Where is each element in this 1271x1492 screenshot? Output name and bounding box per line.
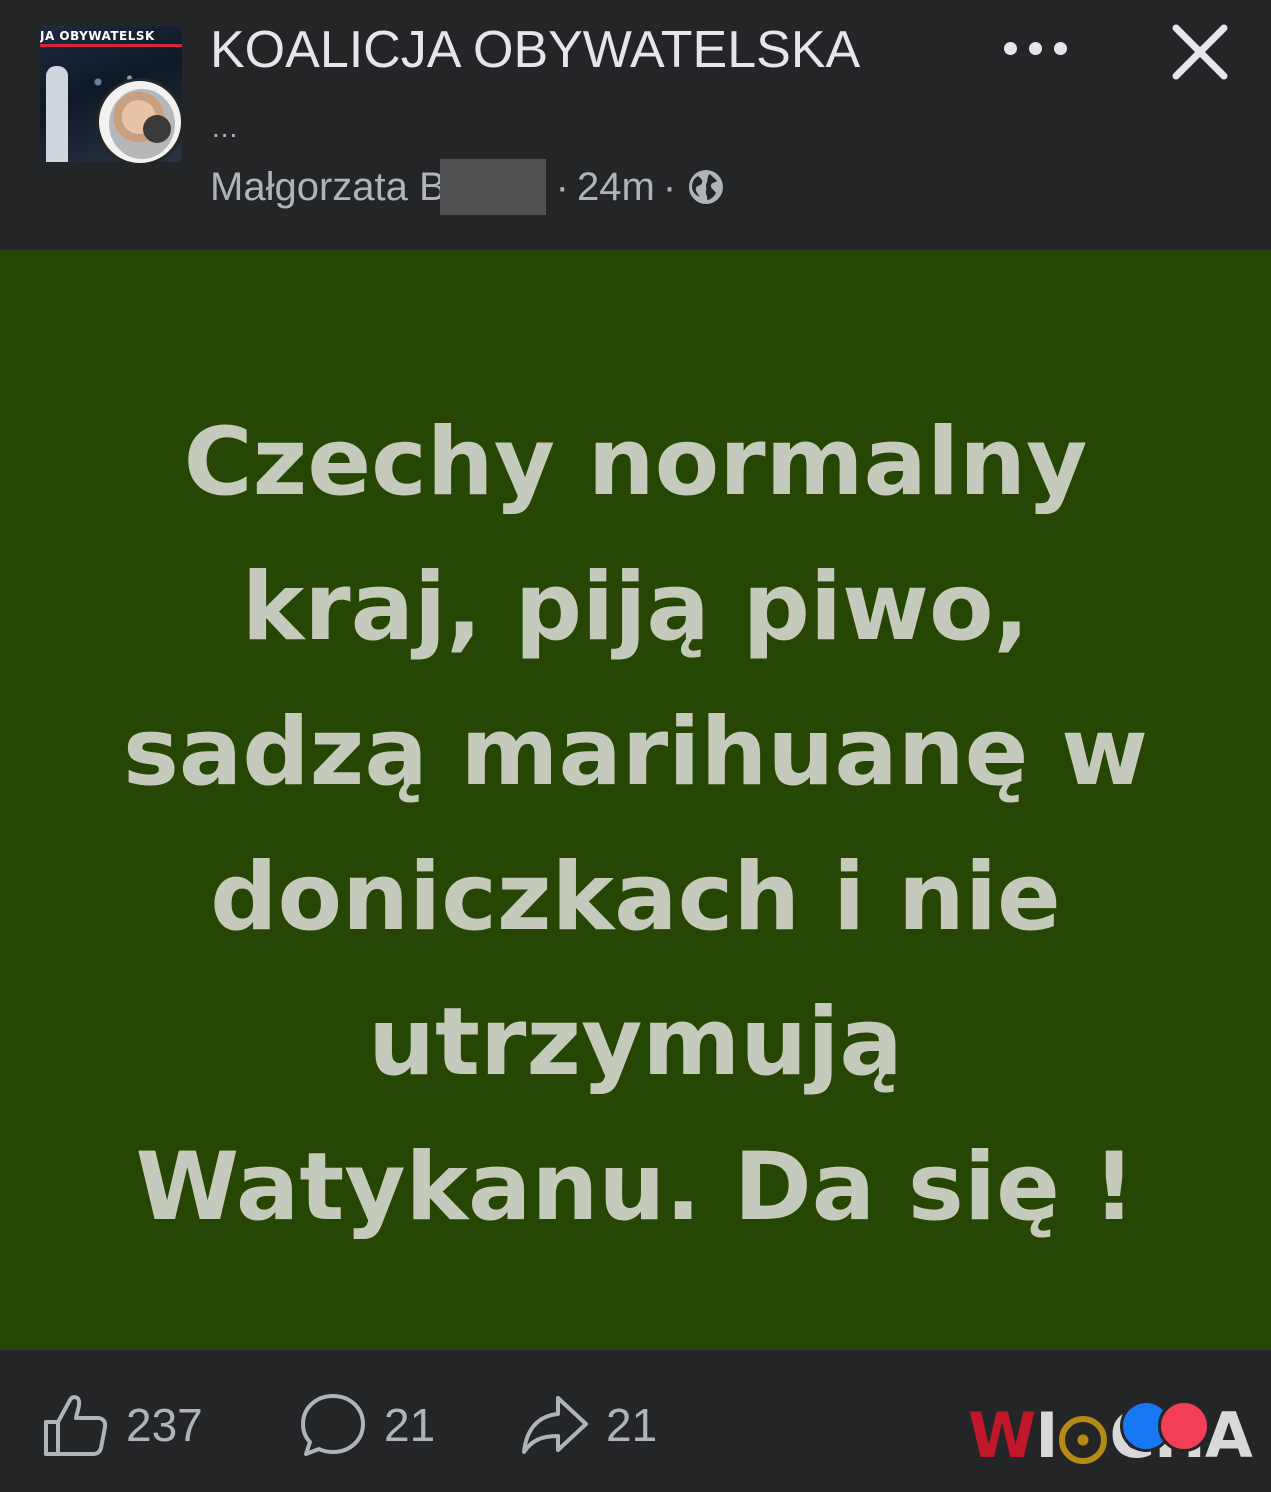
post-text-line: Czechy normalny [183,408,1088,517]
comment-icon [301,1394,365,1456]
watermark-i: I [1035,1399,1058,1472]
share-icon [522,1396,588,1454]
thumbnail-stripe [40,44,182,47]
author-avatar[interactable] [96,78,184,166]
thumbs-up-icon [44,1395,108,1456]
post-image-text: Czechy normalny kraj, piją piwo, sadzą m… [60,390,1211,1260]
post-text-line: Watykanu. Da się ! [135,1133,1136,1242]
love-reaction-icon [1158,1400,1210,1452]
thumbnail-figure [46,66,68,162]
meta-separator: · [662,164,677,209]
like-count: 237 [126,1399,203,1451]
meta-separator: · [555,164,569,209]
comment-count: 21 [384,1399,436,1451]
watermark-w: W [968,1399,1036,1472]
header-ellipsis: ... [212,112,239,143]
post-header: JA OBYWATELSK KOALICJA OBYWATELSKA ... M… [0,0,1271,250]
post-text-line: kraj, piją piwo, [241,553,1030,662]
avatar-pet [143,115,171,143]
redacted-surname [439,159,546,215]
more-options-button[interactable] [1000,28,1072,68]
globe-icon [689,170,724,204]
close-icon[interactable] [1166,18,1234,86]
more-horizontal-icon [1029,42,1042,55]
post-time[interactable]: 24m [577,165,655,210]
wheel-icon [1059,1415,1108,1464]
group-thumbnail-caption: JA OBYWATELSK [40,29,155,43]
post-meta: Małgorzata B · 24m · [210,159,726,215]
like-button[interactable]: 237 [40,1390,203,1460]
post-image[interactable]: Czechy normalny kraj, piją piwo, sadzą m… [0,250,1271,1350]
group-name[interactable]: KOALICJA OBYWATELSKA [210,20,860,80]
comment-button[interactable]: 21 [298,1390,435,1460]
more-horizontal-icon [1054,42,1067,55]
post-text-line: sadzą marihuanę w [122,698,1148,807]
share-button[interactable]: 21 [520,1390,657,1460]
post-text-line: doniczkach i nie [210,843,1061,952]
more-horizontal-icon [1004,42,1017,55]
post-text-line: utrzymują [368,988,903,1097]
author-name[interactable]: Małgorzata B [210,165,446,210]
share-count: 21 [606,1399,658,1451]
